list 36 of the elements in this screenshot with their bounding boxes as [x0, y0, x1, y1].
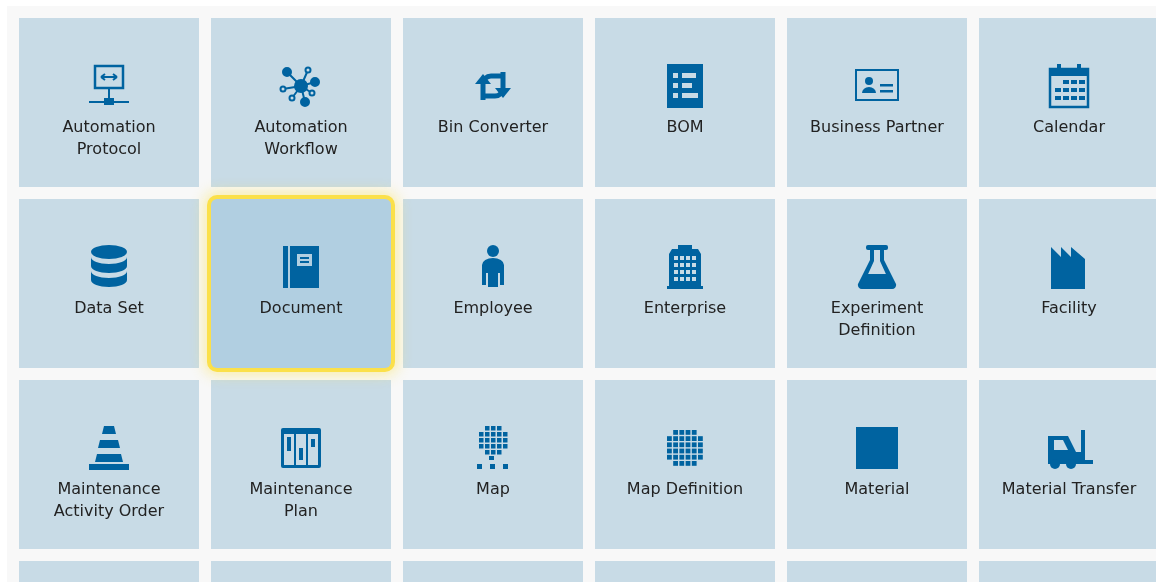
- app-tile[interactable]: Employee: [403, 199, 583, 368]
- tile-label: BOM: [666, 116, 704, 138]
- app-tile[interactable]: Enterprise: [595, 199, 775, 368]
- app-tile[interactable]: BOM: [595, 18, 775, 187]
- tile-label: Maintenance Plan: [249, 478, 353, 522]
- tile-label: Map: [476, 478, 510, 500]
- tile-label: Document: [259, 297, 343, 319]
- tile-label: Data Set: [74, 297, 144, 319]
- tile-label: Facility: [1041, 297, 1097, 319]
- tile-label: Automation Workflow: [254, 116, 348, 160]
- app-tile[interactable]: Material Transfer: [979, 380, 1156, 549]
- tile-label: Calendar: [1033, 116, 1105, 138]
- tile-label: Material Transfer: [1001, 478, 1137, 500]
- app-tile[interactable]: Automation Workflow: [211, 18, 391, 187]
- app-tile[interactable]: Map Definition: [595, 380, 775, 549]
- app-tile[interactable]: Maintenance Activity Order: [19, 380, 199, 549]
- app-tile[interactable]: Experiment Definition: [787, 199, 967, 368]
- tile-label: Business Partner: [810, 116, 944, 138]
- app-tile[interactable]: Maintenance Plan: [211, 380, 391, 549]
- app-tile[interactable]: Business Partner: [787, 18, 967, 187]
- tile-label: Map Definition: [626, 478, 744, 500]
- app-tile[interactable]: Map: [403, 380, 583, 549]
- app-tile[interactable]: Automation Protocol: [19, 18, 199, 187]
- app-tile[interactable]: Bin Converter: [403, 18, 583, 187]
- app-tile[interactable]: Facility: [979, 199, 1156, 368]
- app-tile[interactable]: Calendar: [979, 18, 1156, 187]
- tile-label: Maintenance Activity Order: [53, 478, 165, 522]
- tile-label: Employee: [453, 297, 533, 319]
- app-tile[interactable]: Data Set: [19, 199, 199, 368]
- tile-label: Bin Converter: [437, 116, 549, 138]
- tile-label: Experiment Definition: [830, 297, 924, 341]
- tile-label: Enterprise: [643, 297, 727, 319]
- tile-label: Automation Protocol: [62, 116, 156, 160]
- square-icon: [853, 424, 901, 472]
- app-tile[interactable]: Material: [787, 380, 967, 549]
- tile-label: Material: [844, 478, 910, 500]
